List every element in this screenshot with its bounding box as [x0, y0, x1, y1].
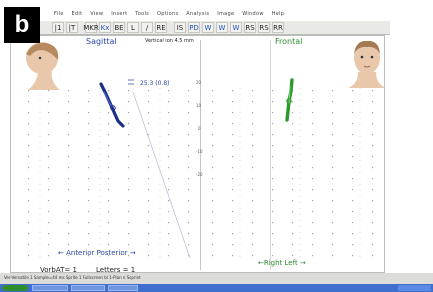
anterior-posterior-label: ← Anterior Posterior →: [58, 249, 136, 257]
sagittal-trace-overlay: [103, 91, 113, 108]
taskbar-item[interactable]: [71, 285, 105, 291]
measurement-readout: 25.3 (0.8): [140, 80, 170, 87]
measurement-ticks: [128, 79, 134, 85]
sagittal-trace: [99, 82, 125, 128]
center-marker-label: 20: [196, 80, 202, 85]
center-marker-label: 10: [196, 103, 202, 108]
center-marker-label: -10: [196, 149, 203, 154]
center-marker-label: -20: [196, 172, 203, 177]
center-marker-label: 0: [198, 126, 201, 131]
status-text: Ver-Versatile 1 Sample=44 ms Sprite 1 Fu…: [4, 275, 141, 280]
taskbar-item[interactable]: [32, 285, 68, 291]
taskbar-item[interactable]: [108, 285, 138, 291]
app-window: File Edit View Insert Tools Options Anal…: [0, 0, 433, 292]
start-button[interactable]: [2, 285, 28, 291]
system-tray: [398, 285, 431, 291]
right-left-label: ←Right Left →: [258, 259, 306, 267]
figure-label: b: [4, 7, 40, 43]
